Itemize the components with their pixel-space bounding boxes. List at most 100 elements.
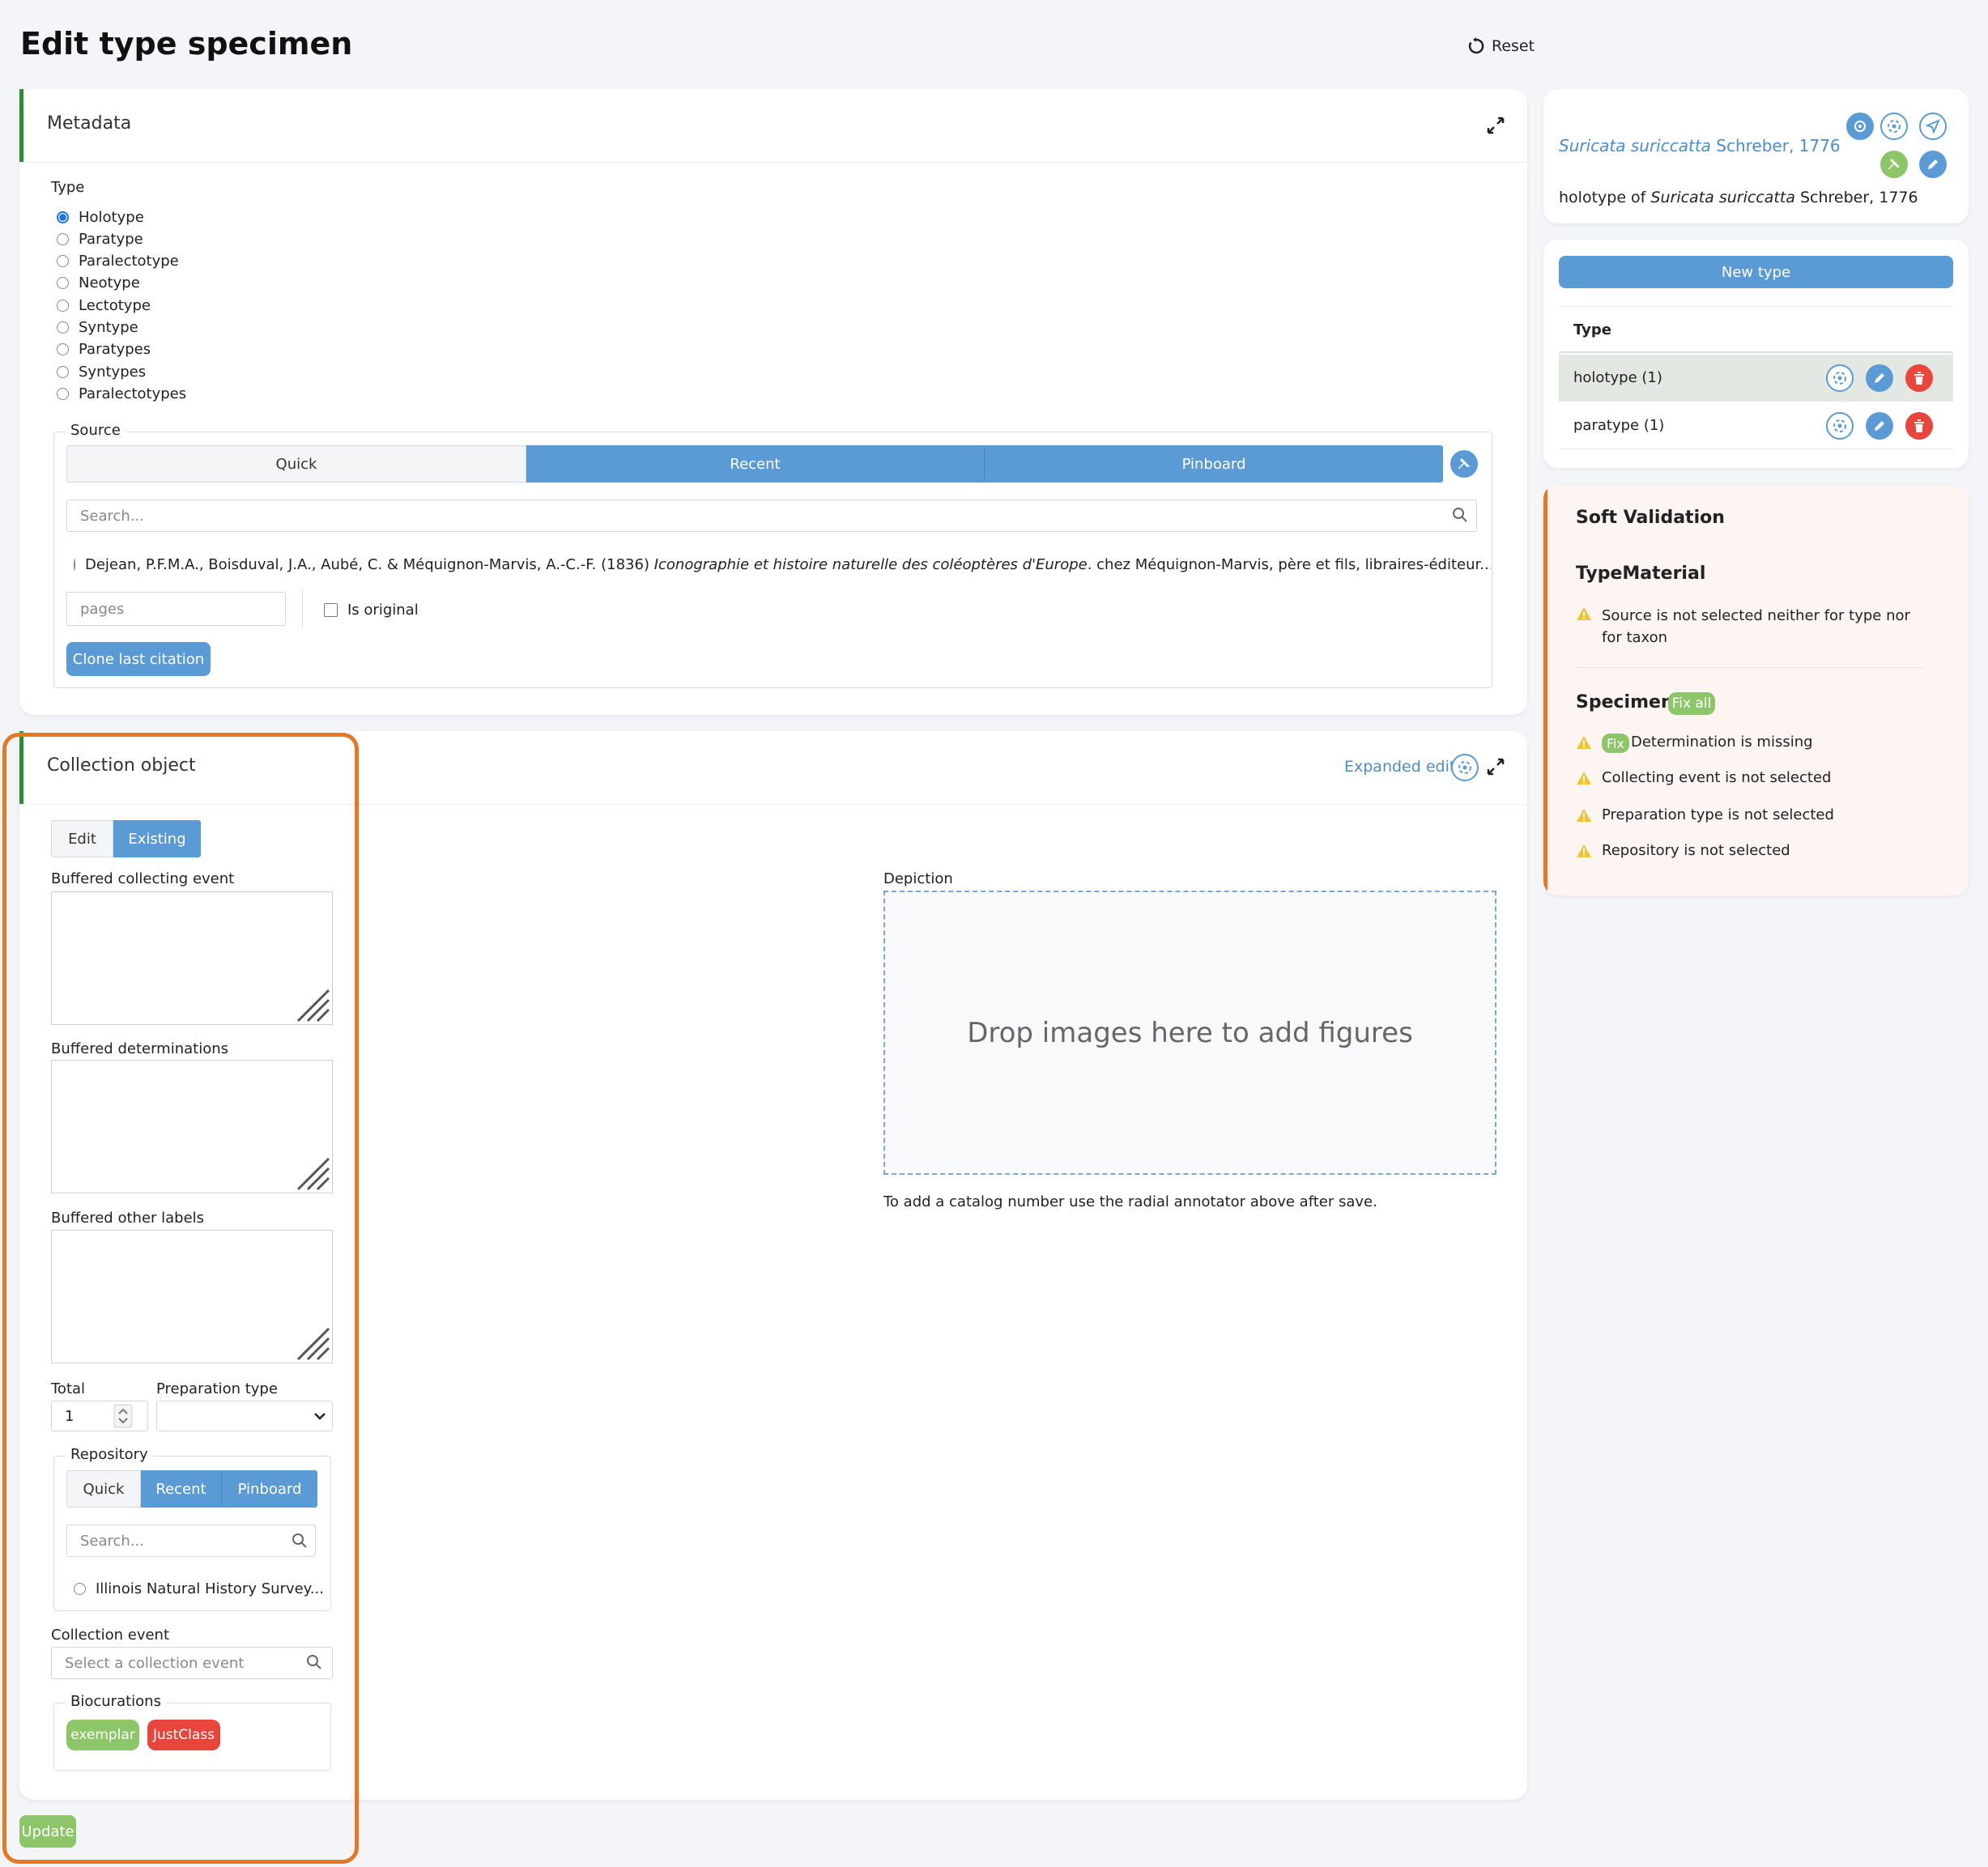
type-list-row[interactable]: holotype (1) — [1559, 355, 1953, 402]
edit-button[interactable] — [1866, 364, 1893, 392]
fix-all-button[interactable]: Fix all — [1668, 692, 1715, 715]
citation-text-1: Dejean, P.F.M.A., Boisduval, J.A., Aubé,… — [85, 555, 654, 573]
type-material-message: Source is not selected neither for type … — [1602, 607, 1910, 646]
is-original-box[interactable] — [324, 602, 338, 617]
type-option-lectotype[interactable]: Lectotype — [57, 295, 151, 316]
type-option-paralectotype[interactable]: Paralectotype — [57, 251, 179, 272]
trash-icon — [1914, 372, 1924, 385]
is-original-checkbox[interactable]: Is original — [324, 600, 419, 619]
type-radio[interactable] — [57, 232, 69, 245]
type-option-syntypes[interactable]: Syntypes — [57, 361, 146, 382]
is-original-label: Is original — [347, 601, 419, 619]
depiction-drop-text: Drop images here to add figures — [967, 1016, 1413, 1049]
warning-icon — [1577, 809, 1591, 822]
specimen-warning-message: Preparation type is not selected — [1602, 806, 1834, 823]
pages-input[interactable]: pages — [66, 592, 286, 626]
summary-taxon-link[interactable]: Suricata suriccatta Schreber, 1776 — [1559, 136, 1841, 155]
type-radio[interactable] — [57, 321, 69, 334]
metadata-accent-bar — [19, 89, 23, 162]
navigate-button[interactable] — [1919, 113, 1947, 140]
source-tab-pinboard[interactable]: Pinboard — [985, 445, 1443, 483]
type-list-row[interactable]: paratype (1) — [1559, 402, 1953, 449]
summary-holotype-text: holotype of Suricata suriccatta Schreber… — [1559, 189, 1918, 206]
fix-button[interactable]: Fix — [1602, 734, 1629, 753]
type-option-paratype[interactable]: Paratype — [57, 228, 143, 249]
type-material-warning: Source is not selected neither for type … — [1576, 605, 1932, 649]
source-pin-button[interactable] — [1450, 450, 1478, 478]
type-radio[interactable] — [57, 255, 69, 268]
warning-icon — [1577, 736, 1591, 749]
type-radio[interactable] — [57, 387, 69, 400]
summary-edit-button[interactable] — [1919, 151, 1947, 178]
metadata-header — [19, 89, 1527, 163]
radial-button[interactable] — [1826, 364, 1854, 392]
type-list-header-label: Type — [1573, 321, 1611, 338]
source-tab-quick[interactable]: Quick — [66, 445, 526, 483]
edit-button[interactable] — [1866, 412, 1893, 440]
delete-button[interactable] — [1905, 364, 1933, 392]
type-radio[interactable] — [57, 211, 69, 223]
source-tab-recent[interactable]: Recent — [526, 445, 985, 483]
summary-pin-button[interactable] — [1880, 151, 1908, 178]
browse-icon — [1854, 121, 1866, 132]
specimen-warning-message: Determination is missing — [1631, 734, 1813, 751]
metadata-title: Metadata — [47, 113, 132, 134]
source-divider — [302, 589, 303, 628]
pencil-icon — [1928, 159, 1938, 169]
type-option-neotype[interactable]: Neotype — [57, 273, 140, 294]
summary-radial-button[interactable] — [1880, 113, 1908, 140]
citation-text-2: . chez Méquignon-Marvis, père et fils, l… — [1087, 555, 1491, 573]
type-list-row-label: holotype (1) — [1573, 369, 1662, 386]
type-option-holotype[interactable]: Holotype — [57, 206, 144, 228]
type-option-label: Paralectotypes — [79, 385, 187, 402]
source-citation-radio[interactable] — [74, 558, 75, 571]
source-citation-option[interactable]: Dejean, P.F.M.A., Boisduval, J.A., Aubé,… — [74, 554, 1491, 575]
pages-placeholder: pages — [80, 600, 125, 618]
new-type-button[interactable]: New type — [1559, 256, 1953, 288]
radial-button[interactable] — [1826, 412, 1854, 440]
collapse-icon[interactable] — [1485, 756, 1506, 777]
browse-button[interactable] — [1846, 113, 1874, 140]
type-option-label: Syntype — [79, 319, 138, 336]
reset-icon — [1468, 37, 1484, 54]
type-option-label: Paralectotype — [79, 253, 179, 270]
navigate-icon — [1926, 119, 1940, 134]
source-tabs: Quick Recent Pinboard — [66, 445, 1443, 483]
expanded-edit-link[interactable]: Expanded edit — [1344, 758, 1455, 776]
type-option-paralectotypes[interactable]: Paralectotypes — [57, 383, 186, 404]
warning-icon — [1577, 607, 1591, 620]
type-list-row-label: paratype (1) — [1573, 417, 1665, 434]
type-label: Type — [51, 179, 85, 196]
type-radio[interactable] — [57, 343, 69, 356]
radial-icon — [1833, 419, 1846, 432]
clone-citation-button[interactable]: Clone last citation — [66, 642, 211, 676]
reset-label: Reset — [1492, 37, 1535, 55]
type-option-paratypes[interactable]: Paratypes — [57, 339, 151, 360]
radial-icon — [1458, 761, 1471, 774]
pencil-icon — [1875, 421, 1884, 431]
type-option-syntype[interactable]: Syntype — [57, 317, 138, 338]
summary-taxon-author: Schreber, 1776 — [1710, 136, 1841, 155]
soft-validation-accent-bar — [1543, 484, 1547, 895]
highlight-frame — [2, 733, 359, 1864]
type-option-label: Holotype — [79, 208, 144, 226]
search-icon — [1453, 508, 1467, 522]
depiction-dropzone[interactable]: Drop images here to add figures — [883, 891, 1496, 1175]
type-option-label: Lectotype — [79, 296, 151, 314]
holotype-taxon: Suricata suriccatta — [1650, 189, 1795, 206]
depiction-label: Depiction — [883, 870, 953, 887]
page-title: Edit type specimen — [20, 26, 353, 62]
reset-button[interactable]: Reset — [1467, 34, 1535, 58]
pin-icon — [1888, 159, 1900, 169]
type-list-header: Type — [1559, 306, 1953, 353]
type-radio[interactable] — [57, 277, 69, 290]
pin-icon — [1458, 458, 1470, 469]
source-search-input[interactable]: Search... — [66, 500, 1477, 532]
collapse-icon[interactable] — [1485, 115, 1506, 136]
type-radio[interactable] — [57, 299, 69, 312]
radial-annotator-button[interactable] — [1451, 754, 1479, 781]
delete-button[interactable] — [1905, 412, 1933, 440]
specimen-warning: Collecting event is not selected — [1576, 769, 1831, 786]
type-radio[interactable] — [57, 365, 69, 378]
type-option-label: Paratypes — [79, 341, 151, 359]
